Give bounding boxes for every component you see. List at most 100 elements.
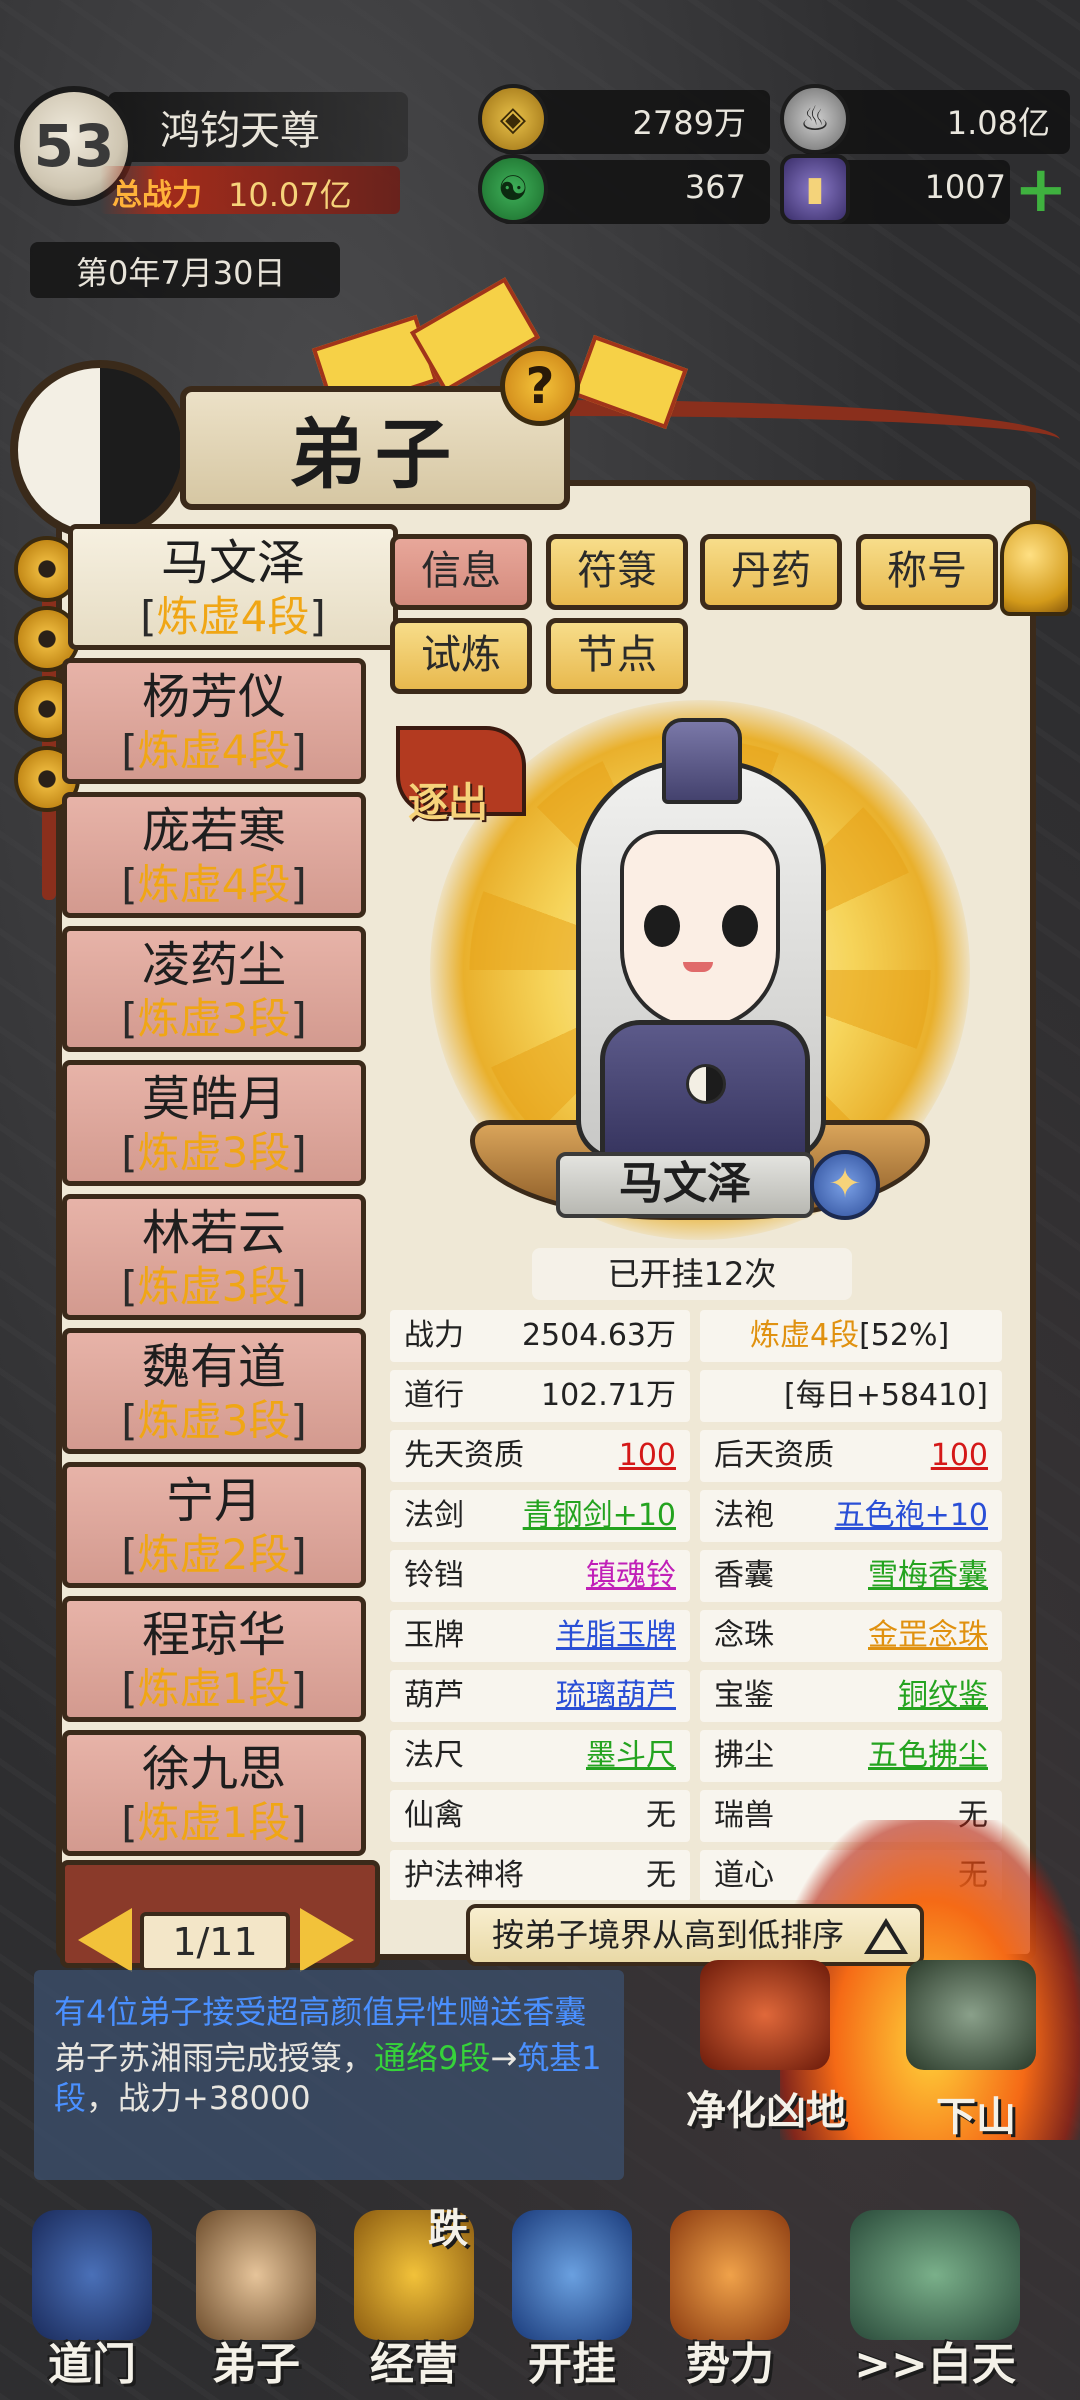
- stat-value[interactable]: 100: [619, 1430, 676, 1482]
- disciple-rank-value: 炼虚4段: [137, 860, 291, 909]
- stat-value[interactable]: 墨斗尺: [586, 1730, 676, 1782]
- stat-gourd: 葫芦 琉璃葫芦: [390, 1670, 690, 1722]
- stat-value[interactable]: 羊脂玉牌: [556, 1610, 676, 1662]
- stat-innate: 先天资质 100: [390, 1430, 690, 1482]
- stat-beads: 念珠 金罡念珠: [700, 1610, 1002, 1662]
- tab-trial[interactable]: 试炼: [390, 618, 532, 694]
- stat-label: 宝鉴: [714, 1678, 774, 1713]
- message-log: 有4位弟子接受超高颜值异性赠送香囊 弟子苏湘雨完成授箓，通络9段→筑基1段，战力…: [34, 1970, 624, 2180]
- stat-sword: 法剑 青钢剑+10: [390, 1490, 690, 1542]
- disciple-list-item[interactable]: 林若云 [炼虚3段]: [62, 1194, 366, 1320]
- disciple-name: 莫皓月: [141, 1071, 286, 1127]
- tab-talisman[interactable]: 符箓: [546, 534, 688, 610]
- disciple-list-item[interactable]: 杨芳仪 [炼虚4段]: [62, 658, 366, 784]
- disciple-rank-value: 炼虚3段: [137, 1262, 291, 1311]
- disciple-list-item[interactable]: 马文泽 [炼虚4段]: [68, 524, 398, 650]
- add-plus-icon[interactable]: +: [1014, 158, 1068, 222]
- purify-land-icon[interactable]: [700, 1960, 830, 2070]
- disciple-list-item[interactable]: 宁月 [炼虚2段]: [62, 1462, 366, 1588]
- stat-value[interactable]: 五色拂尘: [868, 1730, 988, 1782]
- mountain-icon[interactable]: [906, 1960, 1036, 2070]
- stat-power: 战力 2504.63万: [390, 1310, 690, 1362]
- disciple-list-item[interactable]: 程琼华 [炼虚1段]: [62, 1596, 366, 1722]
- nav-item-disciples[interactable]: 弟子: [176, 2200, 336, 2400]
- stat-value[interactable]: 雪梅香囊: [868, 1550, 988, 1602]
- whisk-icon[interactable]: ✦: [810, 1150, 880, 1220]
- hat: [662, 718, 742, 804]
- nav-item-faction[interactable]: 势力: [650, 2200, 810, 2400]
- page-indicator: 1/11: [140, 1912, 290, 1972]
- disciple-name: 庞若寒: [141, 803, 286, 859]
- game-date: 第0年7月30日: [76, 254, 286, 292]
- sort-by-realm-button[interactable]: 按弟子境界从高到低排序: [466, 1904, 924, 1966]
- disciple-list-item[interactable]: 魏有道 [炼虚3段]: [62, 1328, 366, 1454]
- stat-value[interactable]: 琉璃葫芦: [556, 1670, 676, 1722]
- disciple-name: 魏有道: [141, 1339, 286, 1395]
- stat-whisk: 拂尘 五色拂尘: [700, 1730, 1002, 1782]
- stat-value[interactable]: 金罡念珠: [868, 1610, 988, 1662]
- log-arrow: →: [490, 2039, 518, 2077]
- coins-value: 2789万: [632, 104, 746, 142]
- tab-title[interactable]: 称号: [856, 534, 998, 610]
- next-page-arrow-icon[interactable]: [300, 1908, 354, 1972]
- stat-general: 护法神将 无: [390, 1850, 690, 1900]
- incense-icon: ♨: [780, 84, 850, 154]
- stat-bird: 仙禽 无: [390, 1790, 690, 1842]
- stat-label: 护法神将: [404, 1858, 524, 1893]
- disciple-name: 程琼华: [141, 1607, 286, 1663]
- stat-daily: [每日+58410]: [700, 1370, 1002, 1422]
- expel-button[interactable]: 逐出: [408, 770, 488, 828]
- realm-value: 炼虚4段: [750, 1318, 860, 1353]
- disciple-name: 宁月: [165, 1473, 262, 1529]
- taiji-swirl-icon: [512, 2210, 632, 2340]
- yin-yang-icon: [10, 360, 190, 540]
- nav-item-hang[interactable]: 开挂: [492, 2200, 652, 2400]
- fall-badge: 跌: [428, 2206, 468, 2252]
- disciple-rank: [炼虚3段]: [121, 1128, 307, 1177]
- warning-triangle-icon[interactable]: [864, 1918, 908, 1954]
- disciple-list-item[interactable]: 莫皓月 [炼虚3段]: [62, 1060, 366, 1186]
- hang-count-label: 已开挂12次: [532, 1248, 852, 1300]
- disciple-name: 杨芳仪: [141, 669, 286, 725]
- tab-pills[interactable]: 丹药: [700, 534, 842, 610]
- realm-percent: [52%]: [859, 1318, 950, 1353]
- stat-label: 法剑: [404, 1498, 464, 1533]
- disciple-avatar-icon: [196, 2210, 316, 2340]
- disciple-list-item[interactable]: 徐九思 [炼虚1段]: [62, 1730, 366, 1856]
- stat-mirror: 宝鉴 铜纹鉴: [700, 1670, 1002, 1722]
- disciple-rank: [炼虚3段]: [121, 994, 307, 1043]
- nav-label: 经营: [370, 2339, 458, 2390]
- disciple-name: 林若云: [141, 1205, 286, 1261]
- disciple-name-plate: 马文泽: [556, 1152, 814, 1218]
- disciple-list-item[interactable]: 庞若寒 [炼虚4段]: [62, 792, 366, 918]
- tab-info[interactable]: 信息: [390, 534, 532, 610]
- nav-label: 弟子: [212, 2339, 300, 2390]
- scroll-icon: [670, 2210, 790, 2340]
- eye-left: [644, 905, 680, 947]
- descend-mountain-button[interactable]: 下山: [936, 2084, 1016, 2142]
- purify-land-button[interactable]: 净化凶地: [686, 2078, 846, 2136]
- help-icon[interactable]: ?: [500, 346, 580, 426]
- stat-label: 葫芦: [404, 1678, 464, 1713]
- golden-bell-icon[interactable]: [1000, 520, 1072, 616]
- eye-right: [722, 905, 758, 947]
- nav-label: 开挂: [528, 2339, 616, 2390]
- stat-label: 拂尘: [714, 1738, 774, 1773]
- prev-page-arrow-icon[interactable]: [78, 1908, 132, 1972]
- stat-value[interactable]: 青钢剑+10: [523, 1490, 676, 1542]
- disciple-name: 马文泽: [160, 535, 305, 591]
- disciple-list-item[interactable]: 凌药尘 [炼虚3段]: [62, 926, 366, 1052]
- stat-value: 无: [646, 1858, 676, 1893]
- nav-item-business[interactable]: 经营: [334, 2200, 494, 2400]
- tab-node[interactable]: 节点: [546, 618, 688, 694]
- stat-label: 玉牌: [404, 1618, 464, 1653]
- stat-value[interactable]: 镇魂铃: [586, 1550, 676, 1602]
- stat-label: 法袍: [714, 1498, 774, 1533]
- stat-label: 仙禽: [404, 1798, 464, 1833]
- nav-item-daytime[interactable]: >>白天: [810, 2200, 1060, 2400]
- disciple-rank: [炼虚4段]: [121, 860, 307, 909]
- stat-value[interactable]: 100: [931, 1430, 988, 1482]
- nav-item-sect[interactable]: 道门: [12, 2200, 172, 2400]
- stat-value[interactable]: 铜纹鉴: [898, 1670, 988, 1722]
- stat-value[interactable]: 五色袍+10: [835, 1490, 988, 1542]
